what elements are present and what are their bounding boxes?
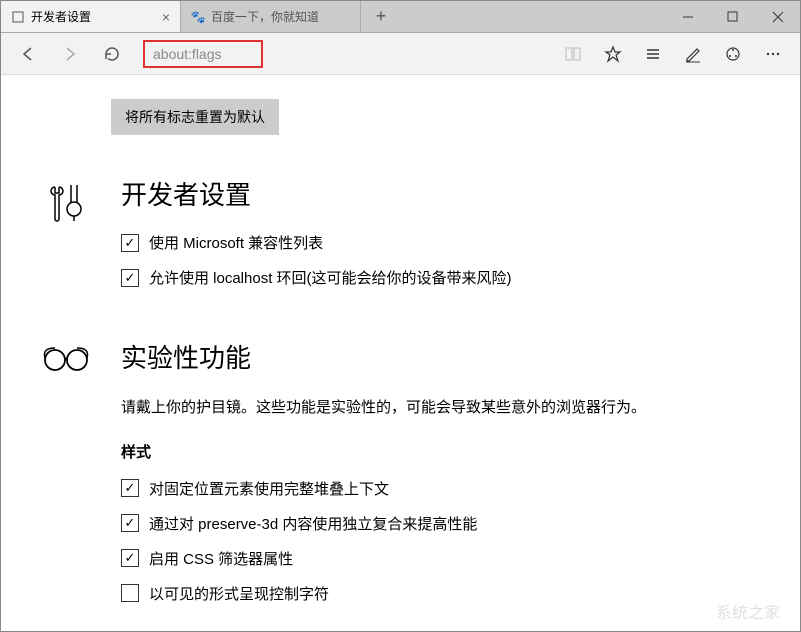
checkbox-label: 通过对 preserve-3d 内容使用独立复合来提高性能 [149,513,477,534]
baidu-icon: 🐾 [191,10,205,24]
page-icon [11,10,25,24]
refresh-button[interactable] [93,36,131,72]
window-controls [665,1,800,32]
tab-bar: 开发者设置 × 🐾 百度一下，你就知道 + [1,1,800,33]
checkbox-preserve-3d[interactable]: 通过对 preserve-3d 内容使用独立复合来提高性能 [121,513,760,534]
wrench-icon [41,175,91,302]
close-window-button[interactable] [755,1,800,32]
checkbox-label: 启用 CSS 筛选器属性 [149,548,293,569]
checkbox-label: 以可见的形式呈现控制字符 [149,583,329,604]
goggles-icon [41,338,91,618]
checkbox-localhost-loopback[interactable]: 允许使用 localhost 环回(这可能会给你的设备带来风险) [121,267,760,288]
forward-button[interactable] [51,36,89,72]
reset-all-flags-button[interactable]: 将所有标志重置为默认 [111,99,279,135]
reading-view-button[interactable] [554,36,592,72]
checkbox-label: 使用 Microsoft 兼容性列表 [149,232,323,253]
tab-baidu[interactable]: 🐾 百度一下，你就知道 [181,1,361,32]
page-content: 将所有标志重置为默认 开发者设置 使用 Microsoft 兼容性列表 允许使用… [1,75,800,631]
checkbox-compat-list[interactable]: 使用 Microsoft 兼容性列表 [121,232,760,253]
close-icon[interactable]: × [162,9,170,25]
checkbox-icon[interactable] [121,234,139,252]
maximize-button[interactable] [710,1,755,32]
developer-settings-section: 开发者设置 使用 Microsoft 兼容性列表 允许使用 localhost … [41,175,760,302]
checkbox-icon[interactable] [121,514,139,532]
address-bar[interactable]: about:flags [143,40,542,68]
checkbox-label: 允许使用 localhost 环回(这可能会给你的设备带来风险) [149,267,512,288]
toolbar: about:flags [1,33,800,75]
checkbox-control-chars[interactable]: 以可见的形式呈现控制字符 [121,583,760,604]
subsection-title: 样式 [121,441,760,462]
checkbox-icon[interactable] [121,479,139,497]
tab-developer-settings[interactable]: 开发者设置 × [1,1,181,32]
checkbox-label: 对固定位置元素使用完整堆叠上下文 [149,478,389,499]
tab-title: 开发者设置 [31,8,91,25]
hub-button[interactable] [634,36,672,72]
section-title: 开发者设置 [121,175,760,212]
checkbox-icon[interactable] [121,269,139,287]
back-button[interactable] [9,36,47,72]
new-tab-button[interactable]: + [361,1,401,32]
url-text[interactable]: about:flags [143,40,263,68]
section-description: 请戴上你的护目镜。这些功能是实验性的，可能会导致某些意外的浏览器行为。 [121,395,760,421]
checkbox-stacking-context[interactable]: 对固定位置元素使用完整堆叠上下文 [121,478,760,499]
favorite-button[interactable] [594,36,632,72]
share-button[interactable] [714,36,752,72]
minimize-button[interactable] [665,1,710,32]
section-title: 实验性功能 [121,338,760,375]
notes-button[interactable] [674,36,712,72]
checkbox-icon[interactable] [121,584,139,602]
more-button[interactable] [754,36,792,72]
experimental-features-section: 实验性功能 请戴上你的护目镜。这些功能是实验性的，可能会导致某些意外的浏览器行为… [41,338,760,618]
checkbox-icon[interactable] [121,549,139,567]
tab-title: 百度一下，你就知道 [211,8,319,25]
checkbox-css-filter[interactable]: 启用 CSS 筛选器属性 [121,548,760,569]
